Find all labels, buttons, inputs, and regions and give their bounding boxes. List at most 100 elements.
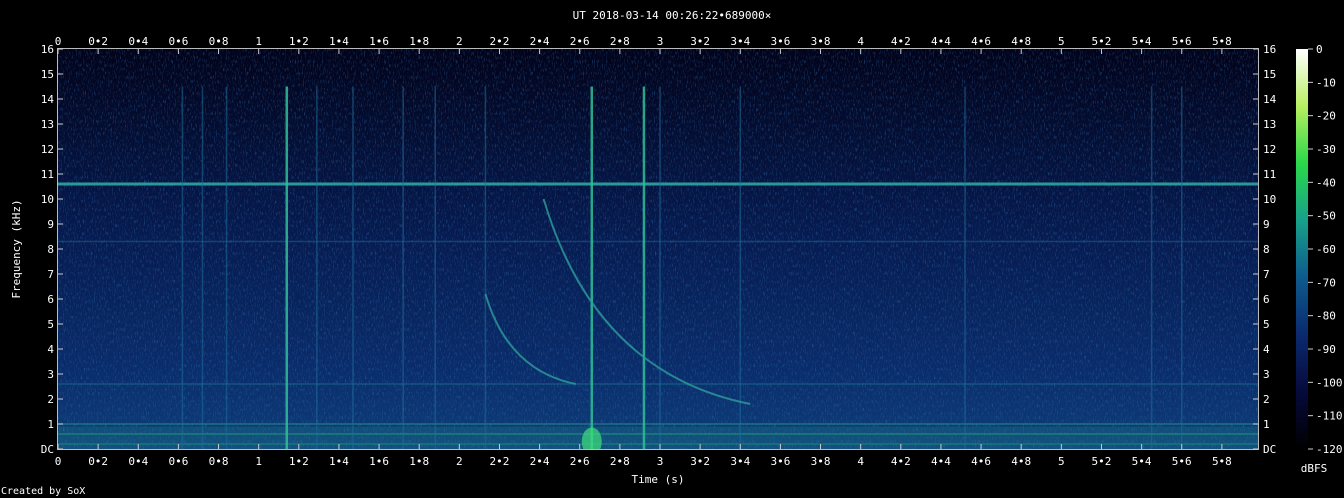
x-tick-label-top: 2•8 [610,35,630,48]
y-tick-label-left: 12 [41,143,54,156]
x-tick-label-bottom: 0•8 [209,455,229,468]
x-tick-label-top: 5•4 [1132,35,1152,48]
x-tick-label-top: 5•8 [1212,35,1232,48]
y-axis-label: Frequency (kHz) [10,199,23,298]
colorbar: 0 -10 -20 -30 -40 -50 -60 -70 -80 -90 -100 -110 -120… [1296,43,1343,475]
x-tick-label-bottom: 1•8 [409,455,429,468]
x-tick-label-bottom: 2 [456,455,463,468]
x-tick-label-bottom: 1 [255,455,262,468]
x-tick-label-top: 2•4 [530,35,550,48]
x-tick-label-bottom: 3•4 [730,455,750,468]
x-tick-label-bottom: 1•6 [369,455,389,468]
x-tick-label-top: 5 [1058,35,1065,48]
y-tick-label-right: DC [1263,443,1276,456]
x-tick-label-top: 1•8 [409,35,429,48]
x-tick-label-top: 0•6 [168,35,188,48]
x-tick-label-top: 0 [55,35,62,48]
x-tick-label-bottom: 0 [55,455,62,468]
x-tick-label-bottom: 5•2 [1092,455,1112,468]
x-tick-label-top: 3•2 [690,35,710,48]
colorbar-strip [1296,49,1308,449]
x-tick-label-bottom: 0•4 [128,455,148,468]
y-tick-label-right: 3 [1263,368,1270,381]
x-tick-label-top: 4•2 [891,35,911,48]
colorbar-tick-label: -20 [1316,110,1336,123]
y-tick-label-right: 13 [1263,118,1276,131]
x-tick-label-top: 2•2 [490,35,510,48]
x-tick-label-top: 4•8 [1011,35,1031,48]
x-tick-label-top: 3•6 [770,35,790,48]
x-tick-label-bottom: 3 [657,455,664,468]
colorbar-tick-label: -40 [1316,176,1336,189]
x-tick-label-bottom: 2•6 [570,455,590,468]
x-tick-label-bottom: 4•4 [931,455,951,468]
credit-text: Created by SoX [1,486,85,497]
x-tick-label-top: 1•4 [329,35,349,48]
y-tick-label-right: 7 [1263,268,1270,281]
y-tick-label-left: 5 [47,318,54,331]
x-tick-label-top: 2•6 [570,35,590,48]
y-tick-label-left: 4 [47,343,54,356]
x-tick-label-top: 5•6 [1172,35,1192,48]
colorbar-tick-label: 0 [1316,43,1323,56]
x-tick-label-top: 4 [857,35,864,48]
colorbar-tick-label: -100 [1316,376,1343,389]
x-tick-label-top: 4•4 [931,35,951,48]
colorbar-label: dBFS [1301,462,1328,475]
y-tick-label-left: DC [41,443,54,456]
x-tick-label-top: 2 [456,35,463,48]
colorbar-tick-label: -110 [1316,410,1343,423]
plot-area [58,49,1258,449]
x-tick-label-top: 3 [657,35,664,48]
impulse-hotspot [581,427,602,449]
colorbar-tick-label: -30 [1316,143,1336,156]
y-tick-label-left: 2 [47,393,54,406]
x-tick-label-bottom: 1•4 [329,455,349,468]
x-tick-label-bottom: 4•8 [1011,455,1031,468]
y-tick-label-left: 7 [47,268,54,281]
y-tick-label-left: 8 [47,243,54,256]
y-tick-label-left: 11 [41,168,54,181]
x-tick-label-top: 1•6 [369,35,389,48]
x-tick-label-bottom: 2•2 [490,455,510,468]
x-tick-label-top: 0•2 [88,35,108,48]
plot-noise [58,49,1258,449]
x-tick-label-top: 0•8 [209,35,229,48]
x-tick-label-top: 1•2 [289,35,309,48]
x-tick-label-bottom: 3•6 [770,455,790,468]
y-tick-label-right: 1 [1263,418,1270,431]
x-tick-label-top: 3•8 [811,35,831,48]
x-tick-label-bottom: 2•8 [610,455,630,468]
x-tick-label-bottom: 4•2 [891,455,911,468]
y-tick-label-left: 15 [41,68,54,81]
colorbar-tick-label: -120 [1316,443,1343,456]
colorbar-tick-label: -90 [1316,343,1336,356]
y-tick-label-right: 10 [1263,193,1276,206]
colorbar-tick-label: -50 [1316,210,1336,223]
x-tick-label-bottom: 1•2 [289,455,309,468]
y-tick-label-right: 4 [1263,343,1270,356]
x-tick-label-bottom: 0•2 [88,455,108,468]
x-tick-label-bottom: 4 [857,455,864,468]
colorbar-tick-label: -10 [1316,76,1336,89]
y-tick-label-left: 16 [41,43,54,56]
colorbar-ticks: 0 -10 -20 -30 -40 -50 -60 -70 -80 -90 -100 -110 -120 [1308,43,1343,456]
chart-title: UT 2018-03-14 00:26:22•689000× [573,9,772,22]
y-tick-label-left: 10 [41,193,54,206]
x-tick-label-bottom: 5•6 [1172,455,1192,468]
y-tick-label-left: 6 [47,293,54,306]
x-tick-label-top: 1 [255,35,262,48]
y-tick-label-right: 5 [1263,318,1270,331]
y-tick-label-right: 2 [1263,393,1270,406]
x-tick-label-bottom: 3•2 [690,455,710,468]
x-tick-label-bottom: 5 [1058,455,1065,468]
x-tick-label-top: 5•2 [1092,35,1112,48]
y-tick-label-right: 14 [1263,93,1277,106]
y-tick-label-right: 15 [1263,68,1276,81]
x-tick-label-bottom: 4•6 [971,455,991,468]
y-tick-label-left: 14 [41,93,55,106]
x-tick-label-bottom: 2•4 [530,455,550,468]
x-tick-label-top: 0•4 [128,35,148,48]
x-tick-label-bottom: 5•4 [1132,455,1152,468]
colorbar-tick-label: -70 [1316,276,1336,289]
